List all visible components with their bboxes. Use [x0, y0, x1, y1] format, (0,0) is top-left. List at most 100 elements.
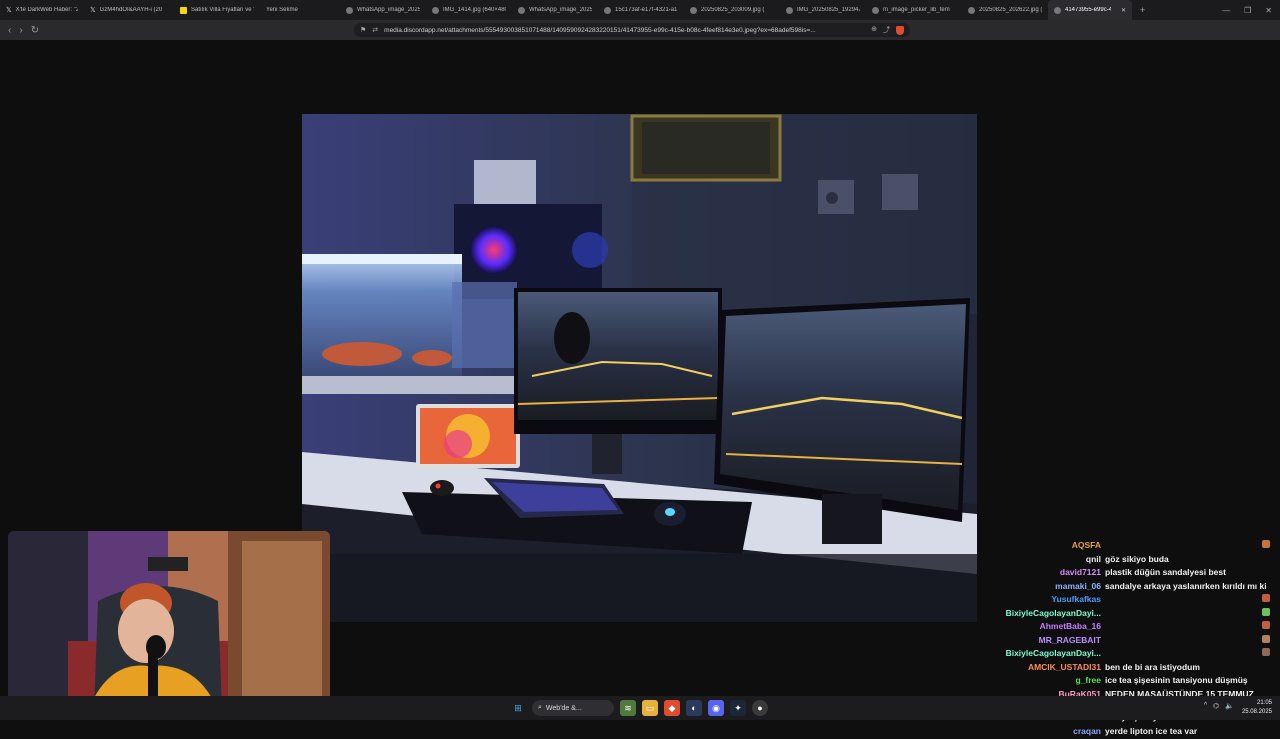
tab-label: Yeni Sekme [266, 7, 298, 13]
browser-tab[interactable]: 20250825_202622.jpg ( [962, 0, 1048, 20]
chat-username[interactable]: BixiyleCagolayanDayi... [990, 608, 1105, 618]
chat-username[interactable]: Yusufkafkas [990, 594, 1105, 604]
discord-icon[interactable]: ◉ [708, 700, 724, 716]
chat-message: AhmetBaba_16 [990, 621, 1270, 631]
search-icon: ⌕ [538, 704, 542, 711]
tab-label: 41473955-e99c-415 [1065, 7, 1111, 13]
chat-username[interactable]: david7121 [990, 567, 1105, 577]
zoom-icon[interactable]: ⊕ [871, 25, 877, 35]
chat-username[interactable]: MR_RAGEBAIT [990, 635, 1105, 645]
chat-message: craqan yerde lipton ice tea var [990, 726, 1270, 736]
url-text: media.discordapp.net/attachments/5554930… [384, 26, 816, 34]
new-tab-button[interactable]: + [1132, 5, 1153, 15]
browser-tab[interactable]: IMG_1414.jpg (640×480) [426, 0, 512, 20]
globe-icon [968, 6, 975, 14]
chat-username[interactable]: craqan [990, 726, 1105, 736]
forward-icon[interactable]: › [19, 25, 22, 36]
globe-icon [604, 6, 611, 14]
chat-text [1105, 594, 1262, 604]
globe-icon [690, 6, 697, 14]
tab-label: IMG_20250825_192947 [797, 7, 860, 13]
bookmark-icon[interactable]: ⚑ [360, 26, 366, 34]
chevron-up-icon[interactable]: ^ [1204, 702, 1207, 710]
minimize-icon[interactable]: — [1222, 6, 1230, 15]
chat-username[interactable]: AQSFA [990, 540, 1105, 550]
url-bar[interactable]: ⚑ ⇄ media.discordapp.net/attachments/555… [354, 23, 910, 37]
desk-setup-photo [302, 114, 977, 622]
browser-tab[interactable]: 𝕏 X'te DarkWeb Haber: "2 [0, 0, 84, 20]
taskbar-clock[interactable]: 21:05 25.08.2025 [1242, 699, 1272, 717]
reload-icon[interactable]: ↻ [31, 25, 39, 36]
chat-username[interactable]: qnil [990, 554, 1105, 564]
chat-username[interactable]: BixiyleCagolayanDayi... [990, 648, 1105, 658]
back-icon[interactable]: ‹ [8, 25, 11, 36]
browser-tab-bar: 𝕏 X'te DarkWeb Haber: "2 𝕏 GzM4hdOI&AAYH-i … [0, 0, 1280, 20]
tab-label: 20250825_203009.jpg ( [701, 7, 765, 13]
globe-icon [518, 6, 525, 14]
x-icon: 𝕏 [6, 7, 12, 14]
tab-label: WhatsApp_image_2025 [357, 7, 420, 13]
address-toolbar: ‹ › ↻ ⚑ ⇄ media.discordapp.net/attachmen… [0, 20, 1280, 55]
windows-start-icon[interactable]: ⊞ [510, 700, 526, 716]
tab-label: 15c173af-e17f-4321-a1 [615, 7, 678, 13]
chat-message: AMCIK_USTADI31 ben de bi ara istiyodum [990, 662, 1270, 672]
widgets-icon[interactable]: ≋ [620, 700, 636, 716]
window-controls: — ❐ ✕ [1222, 0, 1272, 20]
emote-icon [1262, 540, 1270, 548]
share-icon[interactable]: ⤴ [883, 25, 890, 35]
chat-message: Yusufkafkas [990, 594, 1270, 604]
file-explorer-icon[interactable]: ▭ [642, 700, 658, 716]
chat-text [1105, 635, 1262, 645]
steam-client-icon[interactable]: ✦ [730, 700, 746, 716]
clock-time: 21:05 [1256, 700, 1272, 706]
chat-message: mamaki_06 sandalye arkaya yaslanırken kır… [990, 581, 1270, 591]
browser-tab[interactable]: WhatsApp_image_2025 [512, 0, 598, 20]
browser-tab[interactable]: m_image_picker_lib_tem [866, 0, 962, 20]
browser-tab[interactable]: WhatsApp_image_2025 [340, 0, 426, 20]
close-icon[interactable]: ✕ [1265, 6, 1272, 15]
chat-text: göz sikiyo buda [1105, 553, 1169, 564]
chat-message: david7121 plastik düğün sandalyesi best [990, 567, 1270, 577]
browser-tab[interactable]: IMG_20250825_192947 [780, 0, 866, 20]
chat-username[interactable]: AhmetBaba_16 [990, 621, 1105, 631]
emote-icon [1262, 607, 1270, 616]
tab-label: m_image_picker_lib_tem [883, 7, 950, 13]
globe-icon [346, 6, 353, 14]
tab-label: WhatsApp_image_2025 [529, 7, 592, 13]
x-icon: 𝕏 [90, 7, 96, 14]
chat-message: BixiyleCagolayanDayi... [990, 648, 1270, 658]
chat-text [1105, 621, 1262, 631]
tab-label: IMG_1414.jpg (640×480) [443, 7, 506, 13]
chat-username[interactable]: g_free [990, 675, 1105, 685]
browser-tab[interactable]: Satılık Villa Fiyatları ve V [174, 0, 260, 20]
chat-username[interactable]: mamaki_06 [990, 581, 1105, 591]
chat-text [1105, 608, 1262, 618]
taskbar-search[interactable]: ⌕ Web'de &... [532, 700, 614, 716]
chat-text: ice tea şişesinin tansiyonu düşmüş [1105, 675, 1248, 685]
chat-text: sandalye arkaya yaslanırken kırıldı mı k… [1105, 580, 1267, 591]
browser-tab[interactable]: 41473955-e99c-415 ✕ [1048, 0, 1132, 20]
tab-label: Satılık Villa Fiyatları ve V [191, 7, 254, 13]
tab-close-icon[interactable]: ✕ [1121, 7, 1126, 14]
emote-icon [1262, 594, 1270, 602]
chat-username[interactable]: AMCIK_USTADI31 [990, 662, 1105, 672]
image-viewer: AQSFA qnil göz sikiyo buda david7121 plastik… [0, 40, 1280, 736]
brave-shield-icon[interactable] [896, 25, 904, 35]
browser-tab[interactable]: 20250825_203009.jpg ( [684, 0, 780, 20]
network-icon[interactable]: ⌬ [1213, 702, 1219, 710]
browser-tab[interactable]: 𝕏 GzM4hdOI&AAYH-i (20 [84, 0, 174, 20]
chat-text: plastik düğün sandalyesi best [1105, 567, 1226, 577]
globe-icon [786, 6, 793, 14]
sahibinden-icon [180, 6, 187, 14]
streamer-webcam [8, 531, 330, 711]
steam-icon[interactable]: ◐ [686, 700, 702, 716]
browser-tab[interactable]: Yeni Sekme [260, 0, 340, 20]
obs-icon[interactable]: ● [752, 700, 768, 716]
brave-icon[interactable]: ◆ [664, 700, 680, 716]
restore-icon[interactable]: ❐ [1244, 6, 1251, 15]
tab-label: GzM4hdOI&AAYH-i (20 [99, 7, 163, 13]
site-settings-icon[interactable]: ⇄ [372, 26, 378, 34]
browser-tab[interactable]: 15c173af-e17f-4321-a1 [598, 0, 684, 20]
volume-icon[interactable]: 🔈 [1225, 702, 1234, 710]
tab-label: X'te DarkWeb Haber: "2 [15, 7, 78, 13]
